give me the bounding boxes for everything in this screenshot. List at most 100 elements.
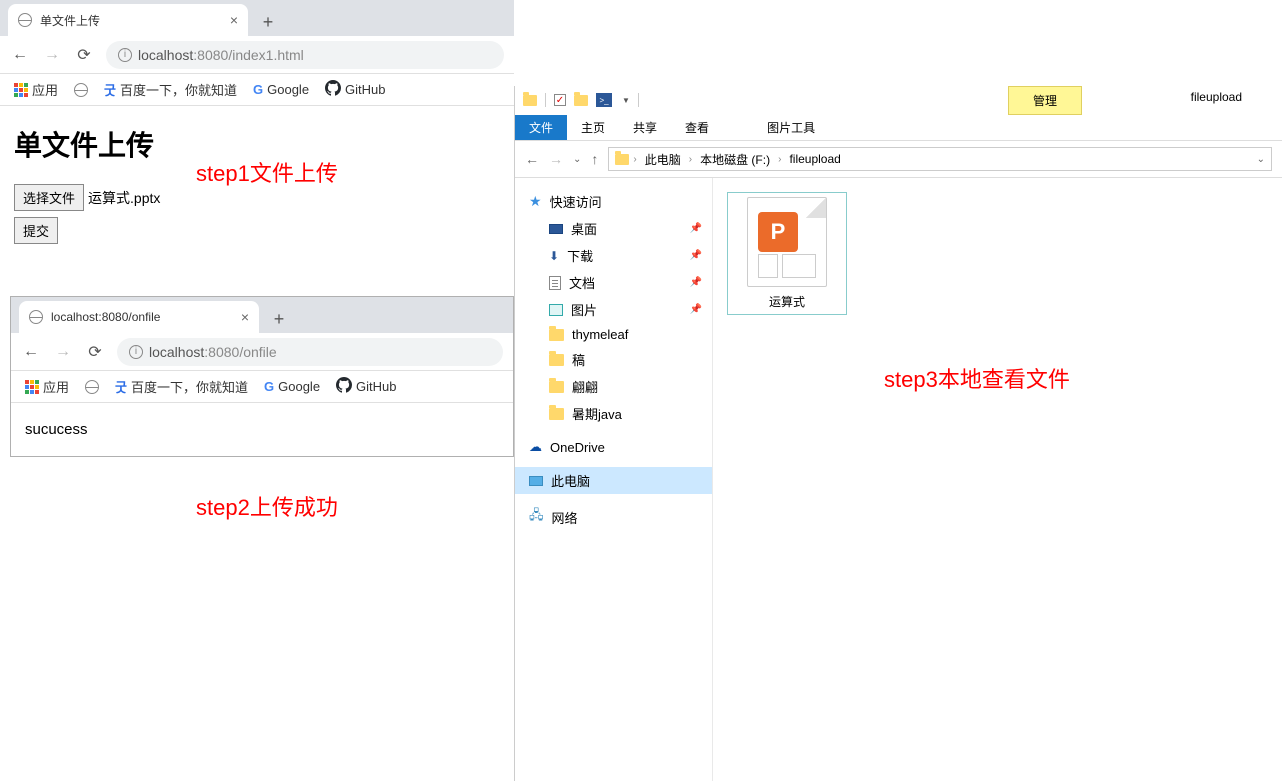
browser-tab[interactable]: localhost:8080/onfile ×: [19, 301, 259, 333]
pin-icon: 📌: [690, 304, 702, 315]
pin-icon: 📌: [690, 223, 702, 234]
sidebar-pictures[interactable]: 图片 📌: [515, 296, 712, 323]
url-port: :8080: [204, 344, 239, 360]
browser-window-2: localhost:8080/onfile × ← → ⟳ i localhos…: [10, 296, 514, 457]
sidebar-desktop[interactable]: 桌面 📌: [515, 215, 712, 242]
chevron-right-icon: ›: [689, 154, 692, 165]
explorer-body: ★ 快速访问 桌面 📌 ⬇ 下载 📌 文档 📌: [515, 178, 1282, 781]
tab-home[interactable]: 主页: [567, 115, 619, 140]
info-icon[interactable]: i: [118, 48, 132, 62]
folder-icon: [523, 95, 537, 106]
path-bar[interactable]: › 此电脑 › 本地磁盘 (F:) › fileupload ⌄: [608, 147, 1272, 171]
apps-icon: [25, 380, 39, 394]
breadcrumb-item[interactable]: fileupload: [785, 152, 844, 166]
sidebar-quick-access[interactable]: ★ 快速访问: [515, 188, 712, 215]
bookmark-label: 百度一下，你就知道: [120, 80, 237, 99]
sidebar-label: OneDrive: [550, 440, 605, 455]
choose-file-button[interactable]: 选择文件: [14, 184, 84, 211]
bookmark-label: Google: [267, 82, 309, 97]
tab-file[interactable]: 文件: [515, 115, 567, 140]
sidebar-label: 此电脑: [551, 471, 590, 490]
google-icon: G: [253, 82, 263, 97]
bookmark-baidu[interactable]: 굿 百度一下，你就知道: [104, 80, 237, 99]
nav-bar: ← → ⟳ i localhost:8080/onfile: [11, 333, 513, 371]
new-tab-button[interactable]: [265, 305, 293, 333]
sidebar-this-pc[interactable]: 此电脑: [515, 467, 712, 494]
bookmark-label: Google: [278, 379, 320, 394]
recent-dropdown[interactable]: ⌄: [573, 154, 581, 165]
folder-icon: [549, 354, 564, 366]
checkbox-icon[interactable]: ✓: [554, 94, 566, 106]
chevron-down-icon[interactable]: ▼: [622, 96, 630, 105]
forward-button[interactable]: →: [53, 342, 73, 362]
address-bar[interactable]: i localhost:8080/index1.html: [106, 41, 504, 69]
powerpoint-icon: P: [758, 212, 798, 252]
file-item[interactable]: P 运算式: [727, 192, 847, 315]
tab-bar: 单文件上传 ×: [0, 0, 514, 36]
nav-bar: ← → ⟳ i localhost:8080/index1.html: [0, 36, 514, 74]
tab-share[interactable]: 共享: [619, 115, 671, 140]
address-bar-row: ← → ⌄ ↑ › 此电脑 › 本地磁盘 (F:) › fileupload ⌄: [515, 140, 1282, 178]
close-icon[interactable]: ×: [230, 12, 238, 28]
address-bar[interactable]: i localhost:8080/onfile: [117, 338, 503, 366]
tab-bar: localhost:8080/onfile ×: [11, 297, 513, 333]
globe-icon[interactable]: [85, 380, 99, 394]
up-button[interactable]: ↑: [591, 151, 598, 167]
pin-icon: 📌: [690, 250, 702, 261]
reload-button[interactable]: ⟳: [85, 342, 105, 362]
submit-button[interactable]: 提交: [14, 217, 58, 244]
sidebar-label: 下载: [567, 246, 593, 265]
manage-tab[interactable]: 管理: [1008, 86, 1082, 115]
back-button[interactable]: ←: [525, 151, 539, 167]
github-icon: [325, 80, 341, 99]
reload-button[interactable]: ⟳: [74, 45, 94, 65]
sidebar-folder-gao[interactable]: 稿: [515, 346, 712, 373]
bookmark-label: GitHub: [356, 379, 396, 394]
sidebar-label: 快速访问: [550, 192, 602, 211]
sidebar-label: 稿: [572, 350, 585, 369]
bookmark-google[interactable]: G Google: [264, 379, 320, 394]
sidebar-folder-summer-java[interactable]: 暑期java: [515, 400, 712, 427]
response-text: sucucess: [25, 421, 88, 438]
bookmark-github[interactable]: GitHub: [336, 377, 396, 396]
sidebar-documents[interactable]: 文档 📌: [515, 269, 712, 296]
apps-button[interactable]: 应用: [14, 80, 58, 99]
close-icon[interactable]: ×: [241, 309, 249, 325]
sidebar-onedrive[interactable]: ☁ OneDrive: [515, 435, 712, 459]
sidebar-label: 暑期java: [572, 404, 622, 423]
sidebar-label: 网络: [552, 508, 578, 527]
chevron-right-icon: ›: [633, 154, 636, 165]
browser-tab[interactable]: 单文件上传 ×: [8, 4, 248, 36]
tab-title: 单文件上传: [40, 12, 222, 29]
folder-icon: [574, 95, 588, 106]
annotation-step3: step3本地查看文件: [884, 362, 1070, 394]
forward-button[interactable]: →: [42, 45, 62, 65]
sidebar-folder-thymeleaf[interactable]: thymeleaf: [515, 323, 712, 346]
new-tab-button[interactable]: [254, 8, 282, 36]
powershell-icon[interactable]: >_: [596, 93, 612, 107]
sidebar-folder-feifei[interactable]: 翩翩: [515, 373, 712, 400]
globe-icon[interactable]: [74, 83, 88, 97]
download-icon: ⬇: [549, 249, 559, 263]
star-icon: ★: [529, 193, 542, 210]
apps-button[interactable]: 应用: [25, 377, 69, 396]
chevron-down-icon[interactable]: ⌄: [1257, 154, 1265, 165]
bookmark-google[interactable]: G Google: [253, 82, 309, 97]
back-button[interactable]: ←: [10, 45, 30, 65]
bookmark-github[interactable]: GitHub: [325, 80, 385, 99]
forward-button[interactable]: →: [549, 151, 563, 167]
info-icon[interactable]: i: [129, 345, 143, 359]
folder-icon: [549, 408, 564, 420]
pin-icon: 📌: [690, 277, 702, 288]
bookmark-baidu[interactable]: 굿 百度一下，你就知道: [115, 377, 248, 396]
sidebar-downloads[interactable]: ⬇ 下载 📌: [515, 242, 712, 269]
divider: [545, 93, 546, 107]
tab-view[interactable]: 查看: [671, 115, 723, 140]
breadcrumb-item[interactable]: 本地磁盘 (F:): [696, 151, 774, 168]
sidebar-label: 文档: [569, 273, 595, 292]
breadcrumb-item[interactable]: 此电脑: [641, 151, 685, 168]
tab-picture-tools[interactable]: 图片工具: [753, 115, 829, 140]
window-title: fileupload: [1191, 90, 1242, 104]
back-button[interactable]: ←: [21, 342, 41, 362]
sidebar-network[interactable]: 🖧 网络: [515, 502, 712, 532]
